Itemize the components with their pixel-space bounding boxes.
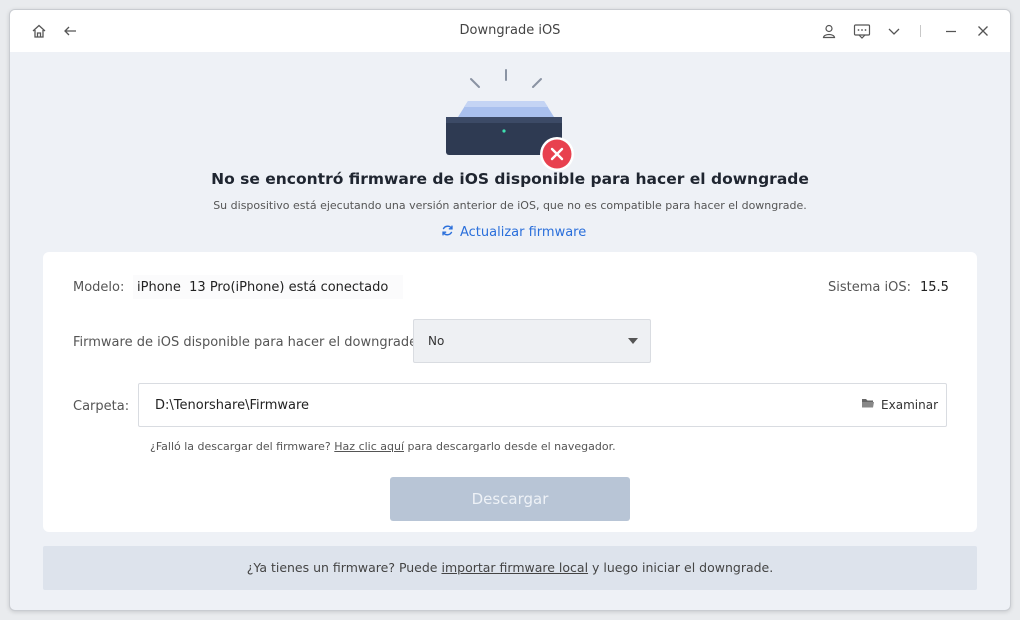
refresh-firmware-label: Actualizar firmware [460,224,587,240]
app-window: Downgrade iOS No se encontró firmware de… [9,9,1011,611]
message-icon[interactable] [851,20,873,42]
folder-path-value: D:\Tenorshare\Firmware [155,398,310,413]
footer-suffix: y luego iniciar el downgrade. [588,560,774,575]
user-icon[interactable] [818,20,840,42]
browse-button[interactable]: Examinar [861,397,938,412]
page-subtitle: Su dispositivo está ejecutando una versi… [213,199,807,212]
download-hint: ¿Falló la descargar del firmware? Haz cl… [150,440,616,453]
hint-suffix: para descargarlo desde el navegador. [404,440,616,453]
chevron-down-icon[interactable] [883,20,905,42]
firmware-error-illustration [440,65,580,175]
model-label: Modelo: [73,280,125,295]
click-here-link[interactable]: Haz clic aquí [334,440,404,453]
firmware-card: Modelo: iPhone 13 Pro(iPhone) está conec… [43,252,977,532]
close-icon[interactable] [972,20,994,42]
page-title: No se encontró firmware de iOS disponibl… [211,170,809,188]
hint-prefix: ¿Falló la descargar del firmware? [150,440,335,453]
firmware-select-label: Firmware de iOS disponible para hacer el… [73,335,422,350]
refresh-firmware-link[interactable]: Actualizar firmware [441,222,586,242]
import-firmware-bar: ¿Ya tienes un firmware? Puede importar f… [43,546,977,590]
import-local-firmware-link[interactable]: importar firmware local [441,560,588,575]
download-button[interactable]: Descargar [390,477,630,521]
divider [920,25,921,37]
caret-down-icon [628,338,638,344]
minimize-icon[interactable] [940,20,962,42]
firmware-select[interactable]: No [413,319,651,363]
ios-version-value: 15.5 [920,280,949,295]
ios-version-label: Sistema iOS: [828,280,911,295]
model-value: iPhone 13 Pro(iPhone) está conectado [137,280,389,295]
browse-label: Examinar [881,397,938,412]
refresh-icon [441,224,454,241]
folder-label: Carpeta: [73,399,130,414]
folder-path-field[interactable]: D:\Tenorshare\Firmware Examinar [138,383,947,427]
title-bar: Downgrade iOS [10,10,1010,52]
footer-prefix: ¿Ya tienes un firmware? Puede [246,560,442,575]
folder-icon [861,397,875,412]
firmware-select-value: No [428,334,445,348]
